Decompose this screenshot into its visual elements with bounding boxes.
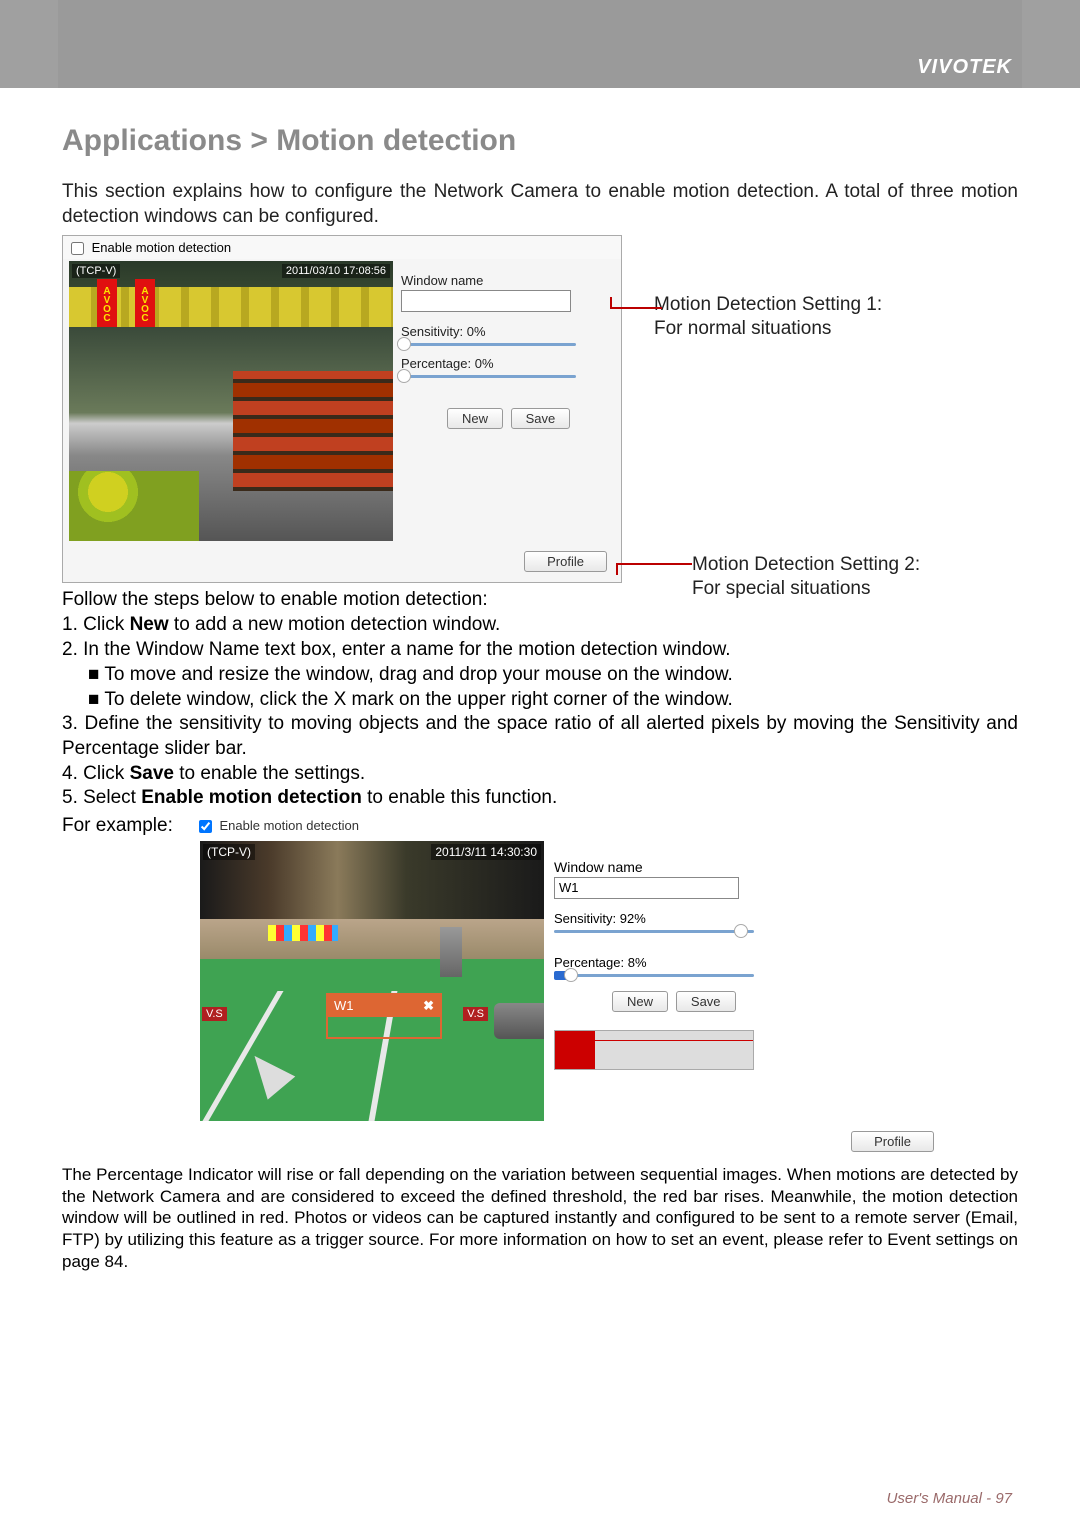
annotation-setting1-line2: For normal situations xyxy=(654,317,964,341)
profile-button-2[interactable]: Profile xyxy=(851,1131,934,1152)
sensitivity-label-2: Sensitivity: 92% xyxy=(554,911,800,926)
percentage-slider-1[interactable] xyxy=(401,375,576,378)
window-name-label: Window name xyxy=(554,859,800,875)
store-sign: AVOC xyxy=(97,279,117,329)
video-preview-2[interactable]: (TCP-V) 2011/3/11 14:30:30 V.S V.S W1 ✖ xyxy=(200,841,544,1121)
annotation-setting1-line1: Motion Detection Setting 1: xyxy=(654,293,964,317)
enable-motion-checkbox-2[interactable] xyxy=(199,820,212,833)
page-title: Applications > Motion detection xyxy=(62,124,1018,158)
annotation-setting2-line2: For special situations xyxy=(692,577,1002,601)
video-overlay-timestamp: 2011/3/11 14:30:30 xyxy=(431,844,541,860)
percentage-slider-2[interactable] xyxy=(554,974,754,977)
sensitivity-label-1: Sensitivity: 0% xyxy=(401,324,615,339)
motion-detection-panel-2: (TCP-V) 2011/3/11 14:30:30 V.S V.S W1 ✖ … xyxy=(200,841,800,1121)
vs-marker: V.S xyxy=(463,1007,488,1021)
percentage-label-2: Percentage: 8% xyxy=(554,955,800,970)
enable-motion-label-2: Enable motion detection xyxy=(220,818,359,833)
enable-motion-checkbox-1[interactable] xyxy=(71,242,84,255)
video-overlay-protocol: (TCP-V) xyxy=(203,844,255,860)
close-icon[interactable]: ✖ xyxy=(423,995,434,1017)
window-name-label: Window name xyxy=(401,273,615,288)
page-footer: User's Manual - 97 xyxy=(887,1490,1012,1507)
percentage-indicator-graph xyxy=(554,1030,754,1070)
for-example-label: For example: xyxy=(62,815,173,837)
sensitivity-slider-1[interactable] xyxy=(401,343,576,346)
video-overlay-protocol: (TCP-V) xyxy=(72,264,120,278)
profile-button-1[interactable]: Profile xyxy=(524,551,607,572)
annotation-setting2-line1: Motion Detection Setting 2: xyxy=(692,553,1002,577)
new-button-2[interactable]: New xyxy=(612,991,668,1012)
motion-detection-panel-1: Enable motion detection (TCP-V) 2011/03/… xyxy=(62,235,622,583)
intro-paragraph: This section explains how to configure t… xyxy=(62,180,1018,229)
window-name-input-1[interactable] xyxy=(401,290,571,312)
save-button-1[interactable]: Save xyxy=(511,408,571,429)
motion-window-w1[interactable]: W1 ✖ xyxy=(326,993,442,1039)
percentage-label-1: Percentage: 0% xyxy=(401,356,615,371)
new-button-1[interactable]: New xyxy=(447,408,503,429)
motion-window-title: W1 xyxy=(334,995,354,1017)
video-preview-1[interactable]: (TCP-V) 2011/03/10 17:08:56 AVOC AVOC xyxy=(69,261,393,541)
store-sign: AVOC xyxy=(135,279,155,329)
sensitivity-slider-2[interactable] xyxy=(554,930,754,933)
vs-marker: V.S xyxy=(202,1007,227,1021)
video-overlay-timestamp: 2011/03/10 17:08:56 xyxy=(282,264,390,278)
window-name-input-2[interactable] xyxy=(554,877,739,899)
brand-logo: VIVOTEK xyxy=(917,56,1012,79)
enable-motion-label-1: Enable motion detection xyxy=(92,240,231,255)
percentage-indicator-note: The Percentage Indicator will rise or fa… xyxy=(62,1164,1018,1273)
save-button-2[interactable]: Save xyxy=(676,991,736,1012)
steps-list: 1. Click New to add a new motion detecti… xyxy=(62,613,1018,811)
